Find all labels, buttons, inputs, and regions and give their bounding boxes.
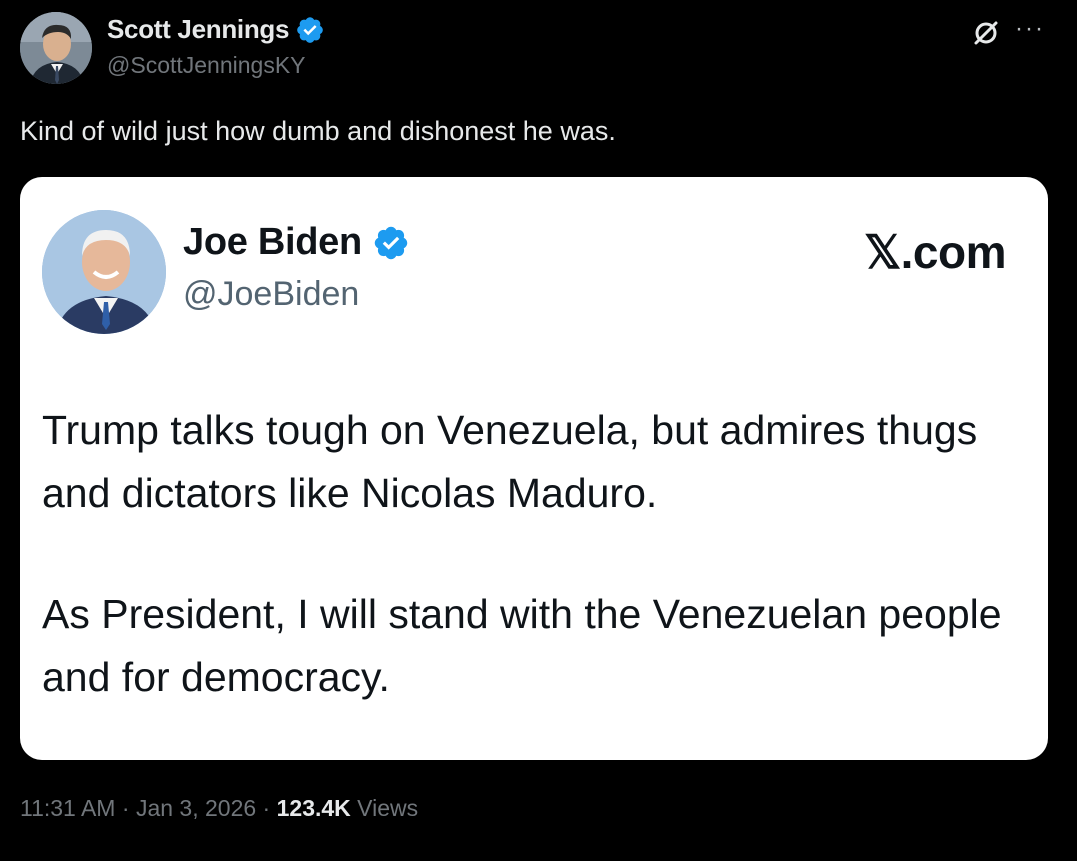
quote-author-handle[interactable]: @JoeBiden xyxy=(183,275,359,314)
post-date[interactable]: Jan 3, 2026 xyxy=(136,795,256,821)
quote-paragraph-2: As President, I will stand with the Vene… xyxy=(42,591,1002,700)
author-avatar[interactable] xyxy=(20,12,92,84)
post-actions-top: ··· xyxy=(971,17,1045,48)
quote-author-avatar[interactable] xyxy=(42,210,166,334)
quote-paragraph-1: Trump talks tough on Venezuela, but admi… xyxy=(42,407,978,516)
author-handle[interactable]: @ScottJenningsKY xyxy=(107,52,306,79)
post-text: Kind of wild just how dumb and dishonest… xyxy=(20,116,616,146)
author-name[interactable]: Scott Jennings xyxy=(107,14,325,45)
post-meta: 11:31 AM · Jan 3, 2026 · 123.4K Views xyxy=(20,795,418,822)
quote-author-name[interactable]: Joe Biden xyxy=(183,221,410,264)
x-brand-label: 𝕏.com xyxy=(864,226,1006,278)
meta-separator: · xyxy=(262,795,271,821)
quote-body: Trump talks tough on Venezuela, but admi… xyxy=(42,399,1032,709)
more-icon[interactable]: ··· xyxy=(1015,17,1045,41)
views-label: Views xyxy=(357,795,419,821)
quote-author-name-text: Joe Biden xyxy=(183,221,362,263)
quote-avatar-image xyxy=(42,210,166,334)
meta-separator: · xyxy=(121,795,130,821)
verified-badge-icon xyxy=(374,226,408,259)
author-avatar-image xyxy=(20,12,92,84)
post-time[interactable]: 11:31 AM xyxy=(20,795,115,821)
grok-icon[interactable] xyxy=(971,18,1001,48)
quote-card[interactable]: Joe Biden @JoeBiden 𝕏.com Trump talks to… xyxy=(20,177,1048,760)
verified-badge-icon xyxy=(297,16,323,43)
author-name-text: Scott Jennings xyxy=(107,14,290,44)
views-count: 123.4K xyxy=(276,795,351,821)
